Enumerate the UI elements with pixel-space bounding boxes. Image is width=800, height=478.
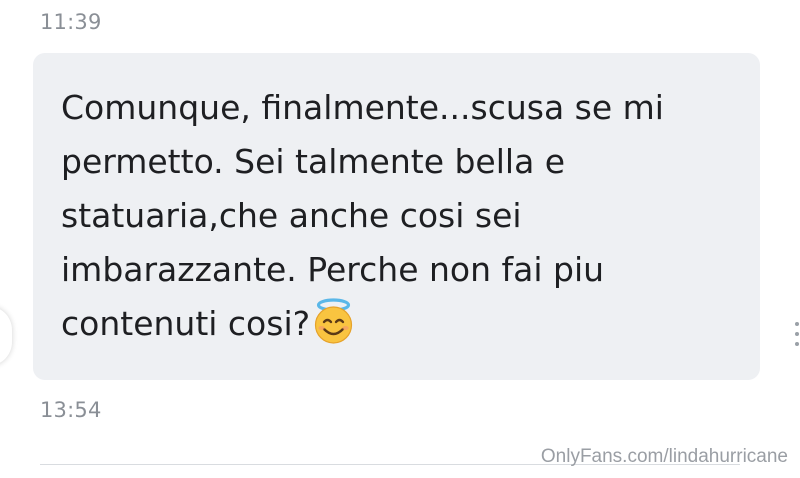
message-line-5: contenuti cosi?	[61, 297, 732, 351]
message-bubble[interactable]: Comunque, finalmente...scusa se mi perme…	[33, 53, 760, 380]
swipe-handle[interactable]	[0, 306, 12, 366]
timestamp-top: 11:39	[40, 10, 102, 34]
message-line-2: permetto. Sei talmente bella e	[61, 142, 566, 181]
message-line-1: Comunque, finalmente...scusa se mi	[61, 88, 664, 127]
more-options-icon[interactable]	[792, 322, 800, 352]
chat-screen: 11:39 Comunque, finalmente...scusa se mi…	[0, 0, 800, 478]
message-line-5-text: contenuti cosi?	[61, 304, 311, 343]
timestamp-bottom: 13:54	[40, 398, 102, 422]
message-line-3: statuaria,che anche cosi sei	[61, 196, 522, 235]
watermark-text: OnlyFans.com/lindahurricane	[540, 446, 788, 467]
message-line-4: imbarazzante. Perche non fai piu	[61, 250, 605, 289]
halo-smile-emoji-icon	[311, 297, 356, 345]
